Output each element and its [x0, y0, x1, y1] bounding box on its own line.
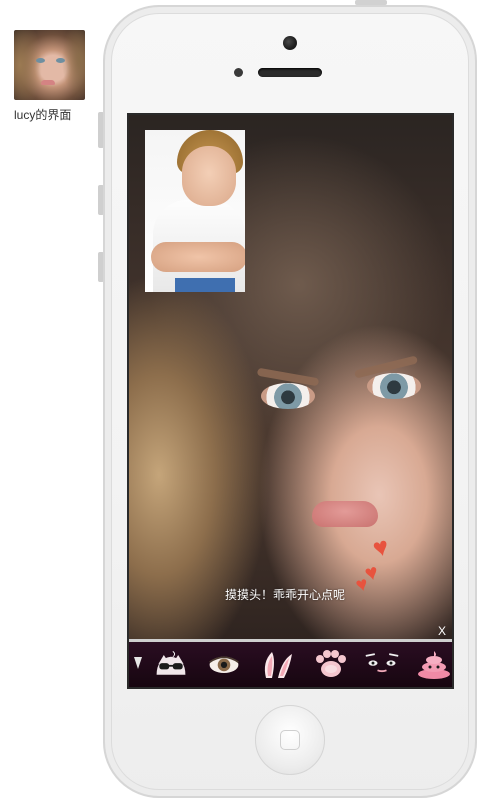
- bunny-ears-sticker-icon[interactable]: [259, 648, 295, 680]
- paw-sticker-icon[interactable]: [313, 648, 349, 680]
- front-camera: [283, 36, 297, 50]
- chat-message: 摸摸头！乖乖开心点呢: [225, 588, 346, 602]
- home-button[interactable]: [255, 705, 325, 775]
- right-eye: [367, 373, 421, 399]
- sticker-bar[interactable]: [129, 642, 452, 687]
- page: lucy的界面 摸摸头！乖乖开心点呢 ♥ ♥ ♥ X: [0, 0, 478, 800]
- close-sticker-bar-button[interactable]: X: [438, 624, 446, 638]
- thumbnail-caption: lucy的界面: [14, 108, 72, 122]
- partial-sticker-icon[interactable]: [129, 648, 151, 680]
- local-video-preview[interactable]: [145, 130, 245, 292]
- pink-poop-sticker-icon[interactable]: [416, 648, 452, 680]
- home-square-icon: [280, 730, 300, 750]
- left-eye: [261, 383, 315, 409]
- proximity-sensor: [234, 68, 243, 77]
- earpiece-speaker: [258, 68, 322, 77]
- lucy-thumbnail[interactable]: [14, 30, 85, 100]
- video-call-screen: 摸摸头！乖乖开心点呢 ♥ ♥ ♥ X: [127, 113, 454, 689]
- eye-sticker-icon[interactable]: [206, 648, 242, 680]
- mouth: [312, 501, 378, 527]
- sunglasses-cat-sticker-icon[interactable]: [153, 648, 189, 680]
- cat-eyes-sticker-icon[interactable]: [364, 648, 400, 680]
